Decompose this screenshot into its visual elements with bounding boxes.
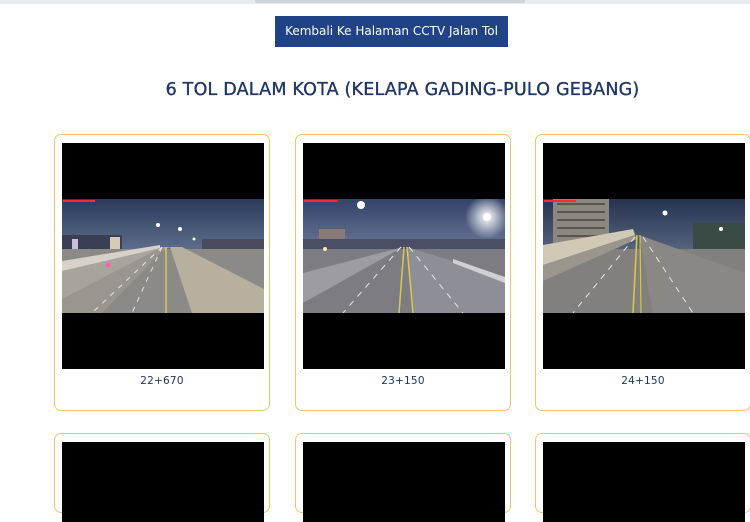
camera-km-label: 24+150 bbox=[621, 375, 665, 387]
camera-card-6[interactable] bbox=[535, 433, 750, 522]
top-tab-indicator bbox=[255, 0, 525, 3]
road-scene-night-2 bbox=[303, 199, 505, 313]
camera-km-label: 23+150 bbox=[381, 375, 425, 387]
camera-card-1[interactable]: 22+670 bbox=[54, 134, 270, 411]
cctv-frame-2 bbox=[303, 199, 505, 313]
camera-card-2[interactable]: 23+150 bbox=[295, 134, 511, 411]
cctv-frame-3 bbox=[543, 199, 745, 313]
cctv-video-2[interactable] bbox=[303, 143, 505, 369]
cctv-video-1[interactable] bbox=[62, 143, 264, 369]
cctv-video-4[interactable] bbox=[62, 442, 264, 522]
cctv-video-5[interactable] bbox=[303, 442, 505, 522]
camera-card-4[interactable] bbox=[54, 433, 270, 522]
camera-card-5[interactable] bbox=[295, 433, 511, 522]
back-to-cctv-button[interactable]: Kembali Ke Halaman CCTV Jalan Tol bbox=[275, 16, 508, 47]
cctv-frame-1 bbox=[62, 199, 264, 313]
page-title: 6 TOL DALAM KOTA (KELAPA GADING-PULO GEB… bbox=[165, 80, 640, 100]
road-scene-night-1 bbox=[62, 199, 264, 313]
cctv-video-3[interactable] bbox=[543, 143, 745, 369]
cctv-video-6[interactable] bbox=[543, 442, 745, 522]
road-scene-night-3 bbox=[543, 199, 745, 313]
camera-card-3[interactable]: 24+150 bbox=[535, 134, 750, 411]
camera-km-label: 22+670 bbox=[140, 375, 184, 387]
